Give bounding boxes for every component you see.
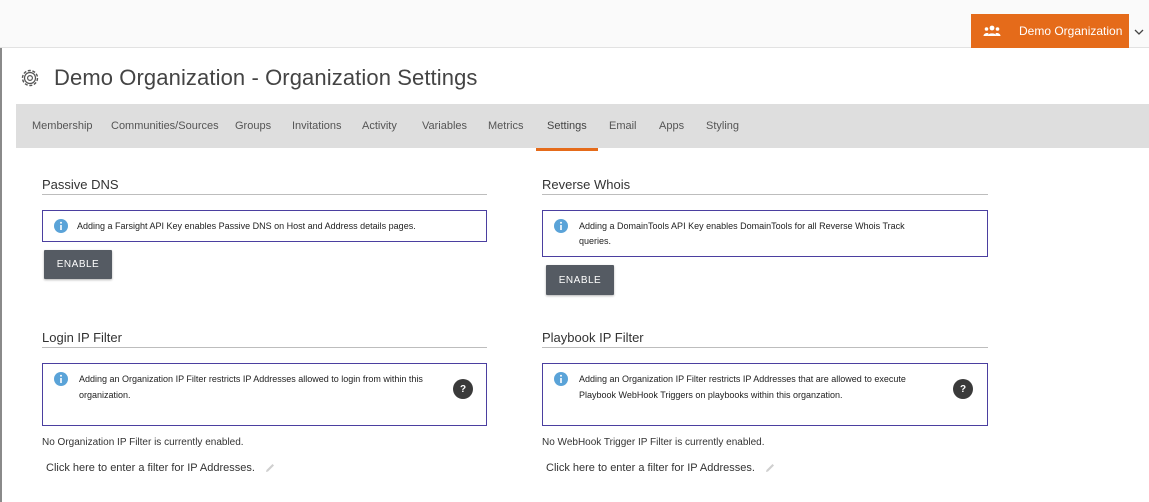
- help-icon[interactable]: ?: [453, 379, 473, 399]
- passive-dns-info-text: Adding a Farsight API Key enables Passiv…: [77, 221, 416, 231]
- info-icon: [554, 219, 568, 233]
- tab-metrics[interactable]: Metrics: [488, 104, 523, 148]
- tab-invitations[interactable]: Invitations: [292, 104, 342, 148]
- login-ip-filter-info-line1: Adding an Organization IP Filter restric…: [79, 374, 423, 384]
- playbook-ip-filter-divider: [542, 347, 988, 348]
- top-bar: Demo Organization: [0, 0, 1149, 48]
- playbook-ip-filter-status: No WebHook Trigger IP Filter is currentl…: [542, 437, 765, 448]
- login-ip-filter-info-box: Adding an Organization IP Filter restric…: [42, 363, 487, 426]
- info-icon: [554, 372, 568, 386]
- playbook-ip-filter-info-box: Adding an Organization IP Filter restric…: [542, 363, 988, 426]
- reverse-whois-info-box: Adding a DomainTools API Key enables Dom…: [542, 210, 988, 257]
- gear-icon: [18, 66, 42, 90]
- login-ip-filter-status: No Organization IP Filter is currently e…: [42, 437, 244, 448]
- pencil-icon[interactable]: [764, 462, 776, 474]
- chevron-down-icon: [1134, 24, 1144, 38]
- organization-switcher-button[interactable]: Demo Organization: [971, 14, 1129, 48]
- pencil-icon[interactable]: [264, 462, 276, 474]
- playbook-ip-filter-info-line2: Playbook WebHook Triggers on playbooks w…: [579, 390, 843, 400]
- tab-apps[interactable]: Apps: [659, 104, 684, 148]
- settings-tab-bar: Membership Communities/Sources Groups In…: [16, 104, 1149, 151]
- tab-email[interactable]: Email: [609, 104, 637, 148]
- reverse-whois-info-line2: queries.: [579, 236, 612, 246]
- login-ip-filter-divider: [42, 347, 487, 348]
- reverse-whois-divider: [542, 194, 988, 195]
- people-icon: [981, 25, 1003, 37]
- passive-dns-info-box: Adding a Farsight API Key enables Passiv…: [42, 210, 487, 242]
- passive-dns-title: Passive DNS: [42, 177, 119, 192]
- playbook-ip-filter-title: Playbook IP Filter: [542, 330, 644, 345]
- page-title-row: Demo Organization - Organization Setting…: [18, 62, 478, 94]
- tab-communities-sources[interactable]: Communities/Sources: [111, 104, 219, 148]
- tab-styling[interactable]: Styling: [706, 104, 739, 148]
- tab-activity[interactable]: Activity: [362, 104, 397, 148]
- reverse-whois-title: Reverse Whois: [542, 177, 631, 192]
- login-ip-filter-link[interactable]: Click here to enter a filter for IP Addr…: [46, 462, 276, 474]
- login-ip-filter-title: Login IP Filter: [42, 330, 122, 345]
- login-ip-filter-info-line2: organization.: [79, 390, 131, 400]
- playbook-ip-filter-info-line1: Adding an Organization IP Filter restric…: [579, 374, 906, 384]
- tab-variables[interactable]: Variables: [422, 104, 467, 148]
- tab-membership[interactable]: Membership: [32, 104, 93, 148]
- passive-dns-enable-button[interactable]: ENABLE: [44, 250, 112, 279]
- info-icon: [54, 372, 68, 386]
- page-title: Demo Organization - Organization Setting…: [54, 65, 478, 90]
- reverse-whois-info-line1: Adding a DomainTools API Key enables Dom…: [579, 221, 905, 231]
- passive-dns-divider: [42, 194, 487, 195]
- info-icon: [54, 219, 68, 233]
- tab-groups[interactable]: Groups: [235, 104, 271, 148]
- reverse-whois-enable-button[interactable]: ENABLE: [546, 265, 614, 295]
- playbook-ip-filter-link-text[interactable]: Click here to enter a filter for IP Addr…: [546, 462, 755, 474]
- tab-settings[interactable]: Settings: [536, 104, 598, 151]
- organization-name: Demo Organization: [1019, 24, 1123, 38]
- login-ip-filter-link-text[interactable]: Click here to enter a filter for IP Addr…: [46, 462, 255, 474]
- help-icon[interactable]: ?: [953, 379, 973, 399]
- playbook-ip-filter-link[interactable]: Click here to enter a filter for IP Addr…: [546, 462, 776, 474]
- organization-dropdown-toggle[interactable]: [1129, 14, 1149, 48]
